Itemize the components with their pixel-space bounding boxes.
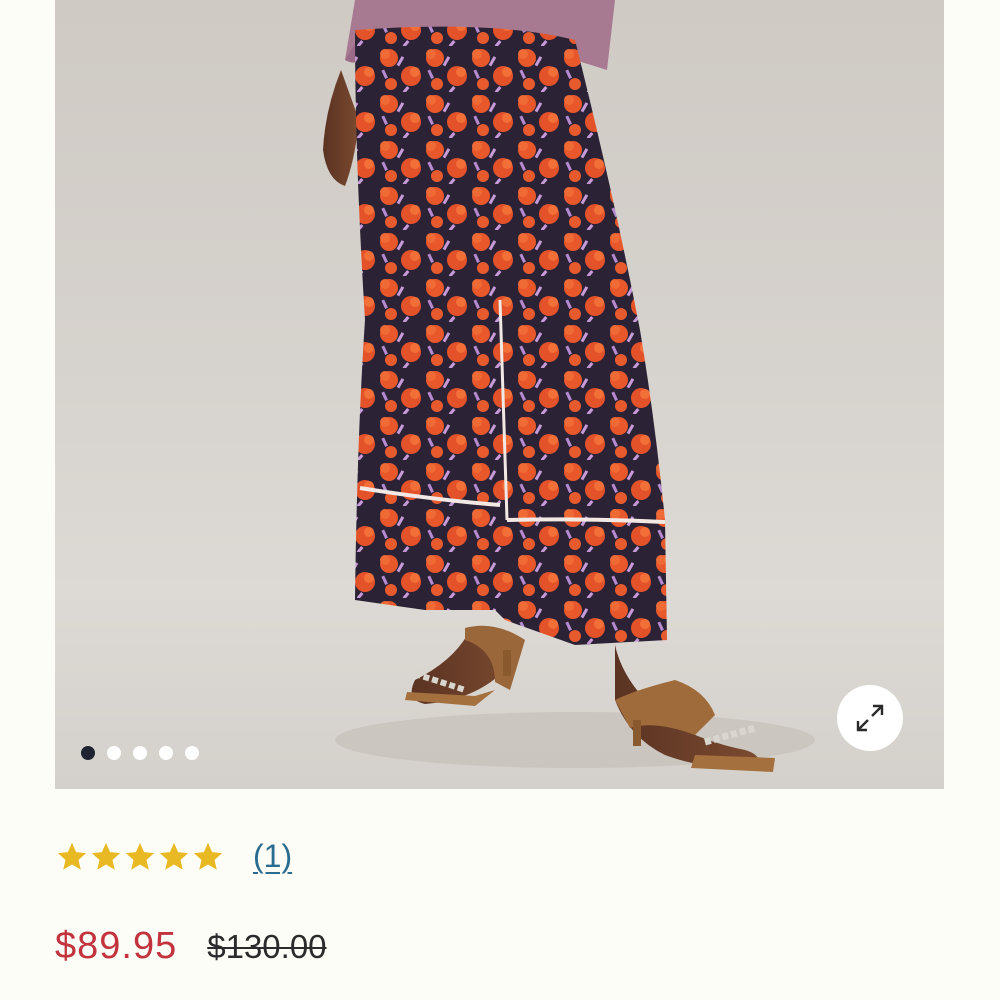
product-photo bbox=[323, 0, 815, 772]
gallery-dot-5[interactable] bbox=[185, 746, 199, 760]
gallery-dot-3[interactable] bbox=[133, 746, 147, 760]
sale-price: $89.95 bbox=[55, 925, 178, 967]
original-price: $130.00 bbox=[207, 928, 327, 965]
star-icon bbox=[91, 842, 121, 870]
review-count-link[interactable]: (1) bbox=[253, 838, 292, 875]
gallery-pagination bbox=[81, 746, 199, 760]
product-rating: (1) bbox=[55, 838, 292, 875]
expand-arrows-icon bbox=[856, 704, 884, 732]
expand-image-button[interactable] bbox=[837, 685, 903, 751]
star-icon bbox=[159, 842, 189, 870]
gallery-dot-2[interactable] bbox=[107, 746, 121, 760]
price-block: $89.95 $130.00 bbox=[55, 925, 327, 968]
product-image-gallery[interactable] bbox=[55, 0, 944, 789]
star-icon bbox=[125, 842, 155, 870]
gallery-dot-4[interactable] bbox=[159, 746, 173, 760]
star-icon bbox=[193, 842, 223, 870]
product-detail-page: (1) $89.95 $130.00 bbox=[0, 0, 1000, 1000]
star-rating bbox=[55, 840, 225, 874]
gallery-dot-1[interactable] bbox=[81, 746, 95, 760]
star-icon bbox=[57, 842, 87, 870]
